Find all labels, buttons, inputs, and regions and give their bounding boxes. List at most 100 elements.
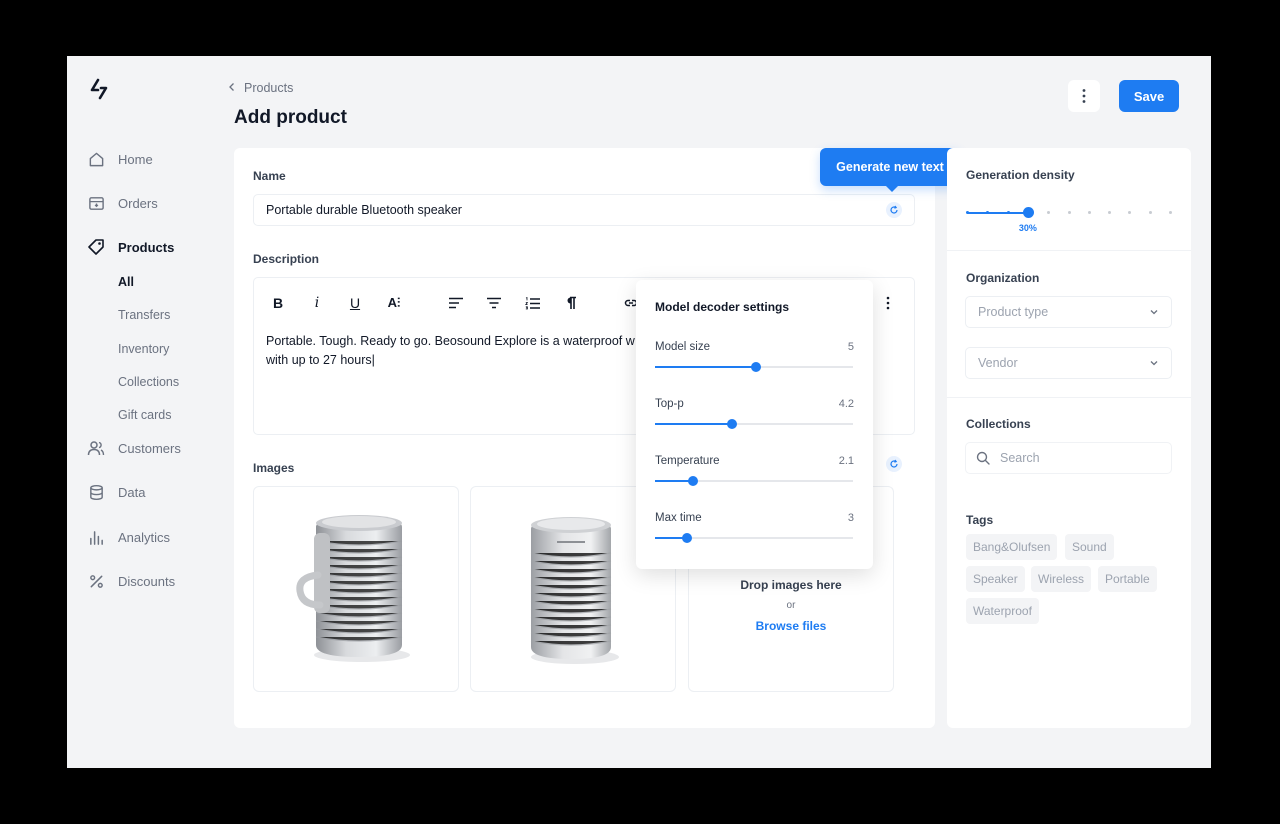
- align-center-button[interactable]: [483, 292, 505, 314]
- density-step-dot: [1128, 211, 1132, 214]
- description-label: Description: [253, 252, 320, 266]
- regenerate-description-button[interactable]: [886, 456, 902, 472]
- sidebar-item-customers[interactable]: Customers: [87, 435, 181, 461]
- paragraph-button[interactable]: [560, 292, 582, 314]
- model-size-slider[interactable]: [655, 362, 853, 372]
- generate-new-text-button[interactable]: Generate new text: [820, 148, 960, 192]
- slider-fill: [655, 366, 756, 368]
- vendor-select[interactable]: Vendor: [965, 347, 1172, 379]
- sidebar-item-orders[interactable]: Orders: [87, 190, 158, 216]
- temperature-label: Temperature: [655, 455, 720, 467]
- slider-thumb[interactable]: [727, 419, 738, 429]
- underline-button[interactable]: U: [344, 292, 366, 314]
- sidebar-item-label: Orders: [118, 195, 158, 211]
- model-decoder-settings-popover: Model decoder settings Model size 5 Top-…: [636, 280, 873, 569]
- divider: [947, 250, 1191, 251]
- generation-density-label: Generation density: [966, 168, 1075, 182]
- product-image-1[interactable]: [253, 486, 459, 692]
- more-options-button[interactable]: [1068, 80, 1100, 112]
- product-type-placeholder: Product type: [978, 305, 1049, 319]
- tag-chip[interactable]: Waterproof: [966, 598, 1039, 624]
- dropzone-title: Drop images here: [740, 578, 842, 592]
- divider: [947, 397, 1191, 398]
- breadcrumb[interactable]: Products: [228, 81, 293, 95]
- tags-label: Tags: [966, 513, 994, 527]
- browse-files-link[interactable]: Browse files: [689, 619, 893, 633]
- home-icon: [87, 150, 105, 168]
- sidebar-subitem-transfers[interactable]: Transfers: [118, 308, 170, 322]
- search-icon: [976, 451, 990, 465]
- sidebar-item-label: Data: [118, 484, 146, 500]
- collections-search-input[interactable]: [1000, 451, 1150, 465]
- sidebar-subitem-gift-cards[interactable]: Gift cards: [118, 408, 172, 422]
- tag-chip[interactable]: Speaker: [966, 566, 1025, 592]
- slider-thumb[interactable]: [750, 362, 761, 372]
- top-p-value: 4.2: [838, 398, 854, 410]
- tag-chip[interactable]: Bang&Olufsen: [966, 534, 1058, 560]
- chevron-down-icon: [1150, 361, 1158, 366]
- vertical-dots-icon: [1082, 89, 1086, 103]
- slider-fill: [655, 480, 693, 482]
- align-left-icon: [449, 297, 463, 309]
- product-type-select[interactable]: Product type: [965, 296, 1172, 328]
- slider-thumb[interactable]: [687, 476, 698, 486]
- breadcrumb-label: Products: [244, 81, 294, 95]
- sidebar-subitem-all[interactable]: All: [118, 275, 134, 289]
- tag-chip[interactable]: Portable: [1098, 566, 1157, 592]
- temperature-value: 2.1: [838, 455, 854, 467]
- sidebar-subitem-inventory[interactable]: Inventory: [118, 342, 169, 356]
- sidebar-item-discounts[interactable]: Discounts: [87, 568, 175, 594]
- temperature-slider[interactable]: [655, 476, 853, 486]
- slider-thumb[interactable]: [681, 533, 692, 543]
- images-label: Images: [253, 461, 295, 475]
- users-icon: [87, 439, 105, 457]
- tag-chip[interactable]: Wireless: [1031, 566, 1092, 592]
- page-title: Add product: [234, 107, 347, 128]
- sidebar-item-label: Home: [118, 151, 153, 167]
- tag-icon: [87, 238, 105, 256]
- max-time-slider[interactable]: [655, 533, 853, 543]
- sidebar-subitem-collections[interactable]: Collections: [118, 375, 179, 389]
- sidebar-item-label: Discounts: [118, 573, 176, 589]
- ordered-list-button[interactable]: [522, 292, 544, 314]
- vertical-dots-icon: [886, 296, 890, 310]
- generation-density-slider[interactable]: [966, 207, 1172, 218]
- name-value: Portable durable Bluetooth speaker: [266, 203, 462, 217]
- density-step-dot: [966, 211, 969, 214]
- sidebar-item-home[interactable]: Home: [87, 146, 153, 172]
- tag-chip[interactable]: Sound: [1065, 534, 1114, 560]
- italic-button[interactable]: i: [306, 292, 328, 314]
- bar-chart-icon: [87, 528, 105, 546]
- top-p-label: Top-p: [655, 398, 684, 410]
- align-center-icon: [487, 297, 501, 309]
- sidebar-item-analytics[interactable]: Analytics: [87, 524, 170, 550]
- ordered-list-icon: [525, 296, 540, 309]
- description-text[interactable]: Portable. Tough. Ready to go. Beosound E…: [266, 332, 646, 370]
- bold-button[interactable]: B: [267, 292, 289, 314]
- model-size-value: 5: [847, 341, 854, 353]
- sidebar-item-data[interactable]: Data: [87, 479, 145, 505]
- logo-icon[interactable]: [89, 78, 109, 100]
- sidebar-item-label: Products: [118, 239, 175, 255]
- app-window: Home Orders Products All Transfers Inven…: [67, 56, 1211, 768]
- regenerate-name-button[interactable]: [886, 202, 902, 218]
- align-left-button[interactable]: [445, 292, 467, 314]
- editor-more-button[interactable]: [877, 292, 899, 314]
- name-input[interactable]: Portable durable Bluetooth speaker: [253, 194, 915, 226]
- density-step-dot: [1169, 211, 1172, 214]
- product-meta-card: Generation density 30% Organization Prod…: [947, 148, 1191, 728]
- density-step-dot: [1087, 211, 1091, 214]
- slider-thumb[interactable]: [1022, 207, 1034, 218]
- font-size-button[interactable]: A⫶: [383, 292, 405, 314]
- paragraph-icon: [567, 296, 576, 309]
- max-time-value: 3: [847, 512, 854, 524]
- generation-density-value: 30%: [1018, 223, 1037, 233]
- refresh-icon: [890, 459, 898, 468]
- description-line: with up to 27 hours|: [266, 353, 375, 367]
- vendor-placeholder: Vendor: [978, 356, 1018, 370]
- sidebar-item-products[interactable]: Products: [87, 234, 174, 260]
- save-button[interactable]: Save: [1119, 80, 1179, 112]
- collections-search[interactable]: [965, 442, 1172, 474]
- top-p-slider[interactable]: [655, 419, 853, 429]
- speaker-image: [296, 515, 410, 662]
